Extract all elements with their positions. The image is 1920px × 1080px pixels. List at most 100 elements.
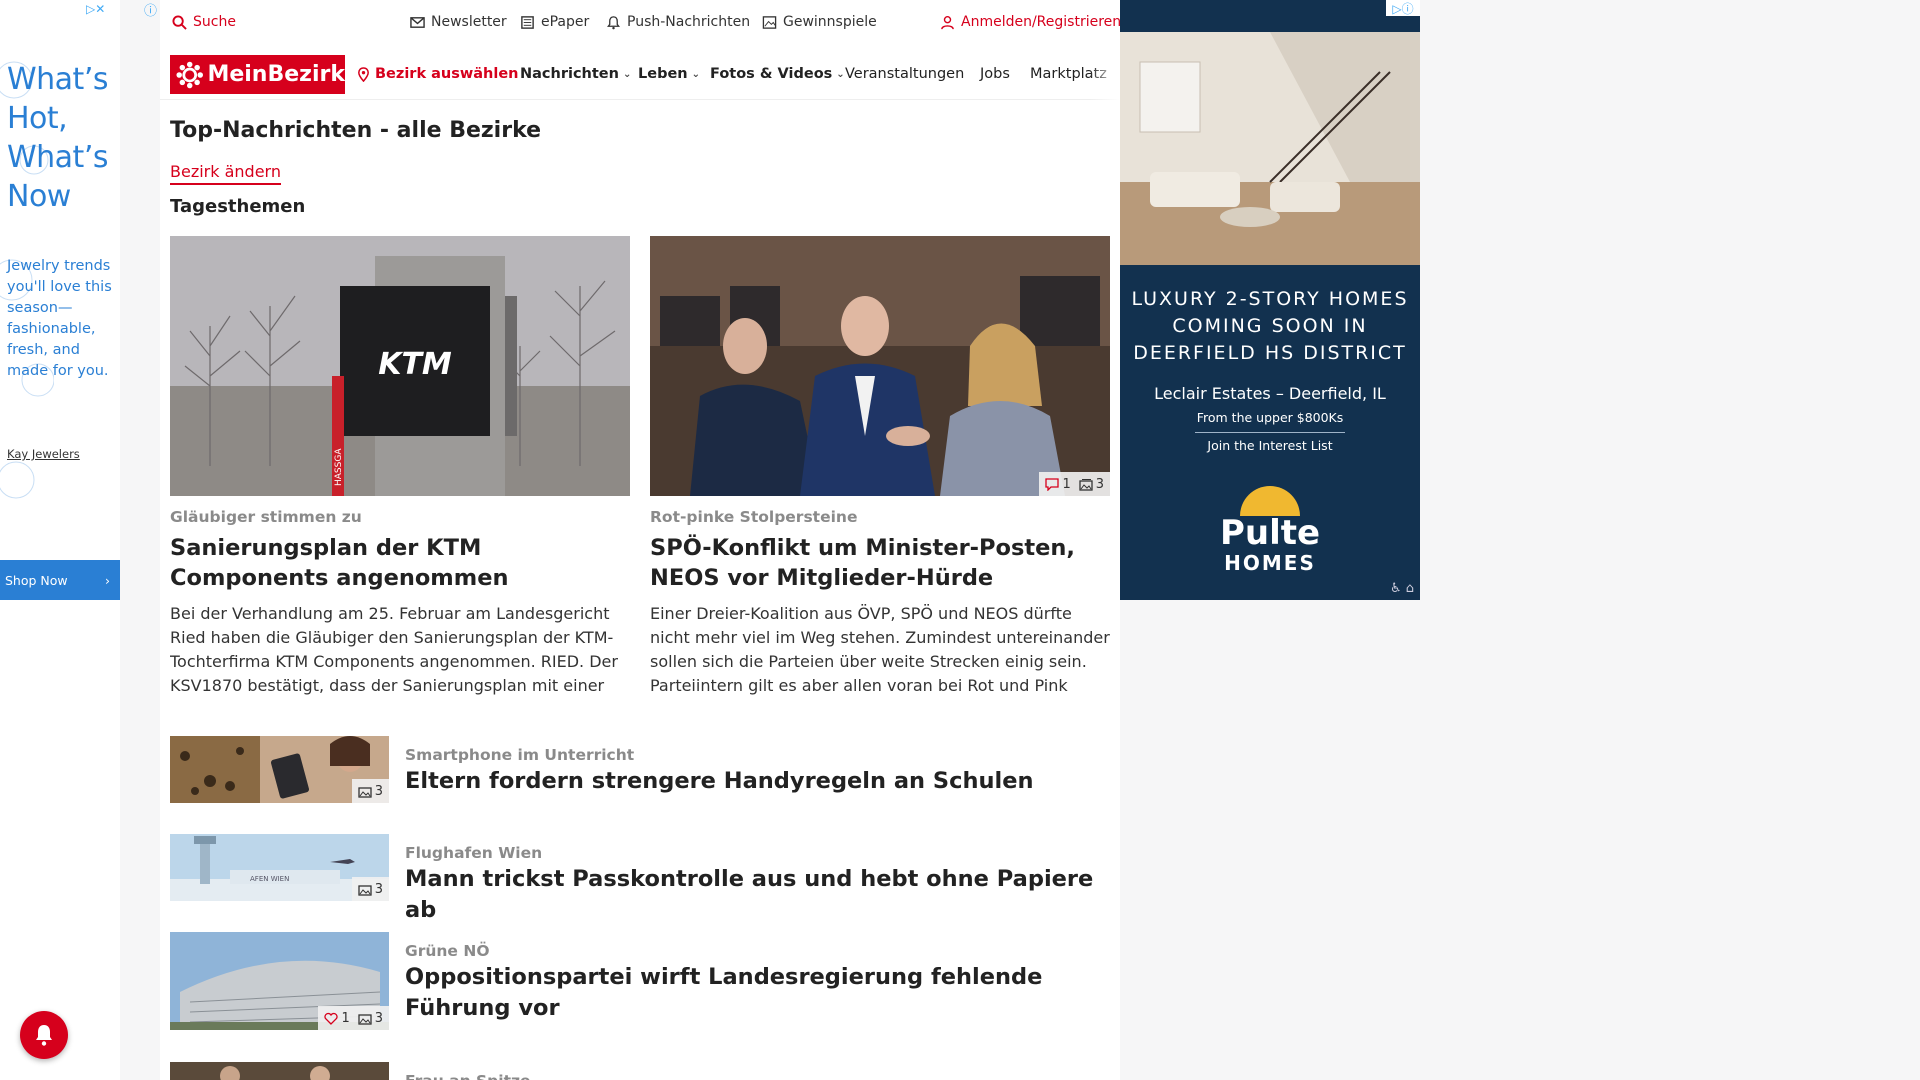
photo-count: 3 [358,784,383,799]
nav-item-jobs[interactable]: Jobs [980,66,1010,82]
photo-count: 3 [358,1011,383,1026]
ad-info-icon[interactable]: ⓘ [144,0,157,19]
meinbezirk-logo[interactable]: MeinBezirk [170,55,345,94]
article-thumbnail[interactable]: 3 [170,736,389,803]
article-kicker: Smartphone im Unterricht [405,746,635,764]
article-kicker: Frau an Spitze [405,1072,531,1080]
search-icon [172,14,187,30]
ktm-building-photo: KTM HASSGA [170,236,630,496]
parliament-photo [650,236,1110,496]
list-item[interactable]: 3 Smartphone im Unterricht Eltern forder… [170,736,1110,816]
login-label: Anmelden/Registrieren [961,14,1122,30]
photo-count-value: 3 [374,1010,383,1026]
article-image-ktm[interactable]: KTM HASSGA [170,236,630,496]
media-badges: 3 [351,877,389,901]
push-label: Push-Nachrichten [627,14,751,30]
photo-gallery-icon [358,786,372,798]
article-kicker: Gläubiger stimmen zu [170,508,362,526]
accessibility-icon: ♿ ⌂ [1389,581,1414,596]
list-item[interactable]: Frau an Spitze [170,1062,1110,1080]
ad-cta-label: Shop Now [5,572,68,588]
list-item[interactable]: 1 3 Grüne NÖ Oppositionspartei wirft Lan… [170,932,1110,1032]
interior-photo [1120,32,1420,265]
partial-photo [170,1062,389,1080]
list-item[interactable]: AFEN WIEN 3 Flughafen Wien Mann trickst … [170,834,1110,923]
like-count-value: 1 [341,1010,350,1026]
chevron-down-icon: ⌄ [691,68,701,80]
location-pin-icon [358,66,369,82]
article-title[interactable]: Mann trickst Passkontrolle aus und hebt … [405,864,1105,926]
article-image-parliament[interactable]: 1 3 [650,236,1110,496]
photo-gallery-icon [1079,478,1093,491]
top-utility-bar: Suche Newsletter ePaper Push-Nachrichten… [160,0,1121,46]
photo-gallery-icon [358,884,372,896]
district-label: Bezirk auswählen [375,66,519,82]
ad-price: From the upper $800Ks [1196,410,1344,425]
nav-item-veranstaltungen[interactable]: Veranstaltungen [845,66,964,82]
article-kicker: Flughafen Wien [405,844,543,862]
nav-label: Leben [638,66,688,82]
nav-item-fotos-videos[interactable]: Fotos & Videos ⌄ [710,66,845,82]
bell-icon [36,1025,52,1046]
nav-scroll-fade [1090,50,1120,100]
bell-icon [607,15,620,29]
article-thumbnail[interactable] [170,1062,389,1080]
article-thumbnail[interactable]: 1 3 [170,932,389,1030]
airport-sign-text: AFEN WIEN [250,875,289,883]
nav-label: Nachrichten [520,66,619,82]
photo-count-value: 3 [1095,476,1104,492]
nav-label: Jobs [980,66,1010,82]
mail-icon [410,16,425,28]
article-title[interactable]: SPÖ-Konflikt um Minister-Posten, NEOS vo… [650,533,1110,593]
article-kicker: Rot-pinke Stolpersteine [650,508,858,526]
ad-interest-list-link[interactable]: Join the Interest List [1120,438,1420,453]
ad-headline[interactable]: LUXURY 2-STORY HOMES COMING SOON IN DEER… [1120,286,1420,367]
ktm-sign-text: KTM [378,347,452,382]
article-title[interactable]: Eltern fordern strengere Handyregeln an … [405,766,1105,797]
ad-headline[interactable]: What’s Hot, What’s Now [7,60,117,216]
push-notifications-link[interactable]: Push-Nachrichten [606,14,750,30]
logo-word-homes: HOMES [1224,551,1316,575]
ad-copy[interactable]: Jewelry trends you'll love this season—f… [7,256,117,382]
comment-icon [1045,477,1060,491]
adchoices-icon[interactable]: ▷ⓘ [1386,0,1420,16]
article-thumbnail[interactable]: AFEN WIEN 3 [170,834,389,901]
comment-count-value: 1 [1062,476,1071,492]
change-district-link[interactable]: Bezirk ändern [170,162,281,185]
logo-text: MeinBezirk [207,62,345,87]
left-skyscraper-ad[interactable]: ▷✕ What’s Hot, What’s Now Jewelry trends… [0,0,120,1080]
adchoices-icon[interactable]: ▷✕ [86,2,105,16]
article-card[interactable]: 1 3 Rot-pinke Stolpersteine SPÖ-Konflikt… [650,236,1110,698]
photo-count: 3 [1079,477,1104,492]
nav-item-leben[interactable]: Leben ⌄ [638,66,700,82]
main-content: Suche Newsletter ePaper Push-Nachrichten… [160,0,1121,1080]
article-title[interactable]: Oppositionspartei wirft Landesregierung … [405,962,1105,1024]
image-icon [762,15,777,29]
like-count: 1 [324,1010,350,1026]
notification-bell-button[interactable] [20,1011,68,1059]
newsletter-link[interactable]: Newsletter [410,14,507,30]
ad-location: Leclair Estates – Deerfield, IL [1154,384,1386,403]
district-selector[interactable]: Bezirk auswählen [356,66,519,82]
contests-link[interactable]: Gewinnspiele [762,14,877,30]
article-title[interactable]: Sanierungsplan der KTM Components angeno… [170,533,630,593]
page-title: Top-Nachrichten - alle Bezirke [170,118,542,143]
photo-gallery-icon [358,1013,372,1025]
article-card[interactable]: KTM HASSGA Gläubiger stimmen zu Sanierun… [170,236,630,698]
right-display-ad[interactable]: ▷ⓘ LUXURY 2-STORY HOMES COMING SOON IN D… [1120,0,1420,600]
article-teaser: Einer Dreier-Koalition aus ÖVP, SPÖ und … [650,604,1110,695]
newsletter-label: Newsletter [431,14,507,30]
epaper-link[interactable]: ePaper [520,14,589,30]
search-link[interactable]: Suche [172,14,236,30]
ad-divider [1195,432,1345,433]
ad-shop-now-button[interactable]: Shop Now › [0,560,120,600]
chevron-right-icon: › [105,572,110,588]
login-link[interactable]: Anmelden/Registrieren [940,14,1121,30]
contests-label: Gewinnspiele [783,14,877,30]
nav-label: Veranstaltungen [845,66,965,82]
heart-icon [324,1012,339,1025]
ad-brand-link[interactable]: Kay Jewelers [7,447,80,461]
article-teaser: Bei der Verhandlung am 25. Februar am La… [170,604,618,695]
media-badges: 3 [351,779,389,803]
nav-item-nachrichten[interactable]: Nachrichten ⌄ [520,66,631,82]
